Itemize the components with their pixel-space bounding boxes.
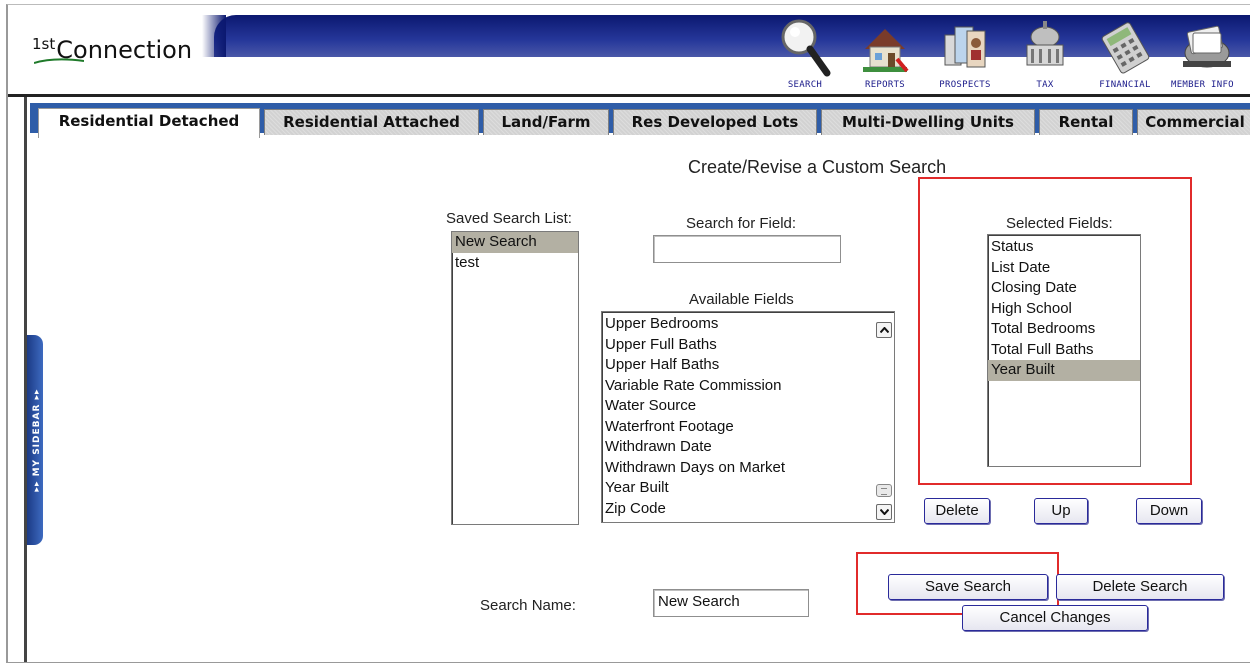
save-search-button[interactable]: Save Search <box>888 574 1048 600</box>
nav-label: FINANCIAL <box>1099 80 1151 90</box>
available-field-option[interactable]: Upper Half Baths <box>602 355 894 376</box>
move-down-button[interactable]: Down <box>1136 498 1202 524</box>
header-divider <box>8 94 1250 97</box>
available-field-option[interactable]: Upper Bedrooms <box>602 314 894 335</box>
available-field-option[interactable]: Withdrawn Date <box>602 437 894 458</box>
tab-res-developed-lots[interactable]: Res Developed Lots <box>613 109 817 135</box>
tab-residential-attached[interactable]: Residential Attached <box>264 109 479 135</box>
available-field-option[interactable]: Year Built <box>602 478 894 499</box>
nav-financial[interactable]: FINANCIAL <box>1085 7 1165 95</box>
tab-land-farm[interactable]: Land/Farm <box>483 109 609 135</box>
delete-search-button[interactable]: Delete Search <box>1056 574 1224 600</box>
nav-label: PROSPECTS <box>939 80 991 90</box>
nav-prospects[interactable]: PROSPECTS <box>925 7 1005 95</box>
saved-search-listbox[interactable]: New Search test <box>451 231 579 525</box>
available-field-option[interactable]: Waterfront Footage <box>602 417 894 438</box>
available-fields-scrollbar[interactable] <box>876 314 892 520</box>
search-for-field-label: Search for Field: <box>686 215 797 232</box>
available-field-option[interactable]: Water Source <box>602 396 894 417</box>
tab-residential-detached[interactable]: Residential Detached <box>38 108 260 138</box>
highlight-selected-fields <box>918 177 1192 485</box>
available-field-option[interactable]: Withdrawn Days on Market <box>602 458 894 479</box>
available-fields-listbox[interactable]: Upper Bedrooms Upper Full Baths Upper Ha… <box>601 311 895 523</box>
available-fields-label: Available Fields <box>689 291 794 308</box>
prospects-icon <box>944 26 986 68</box>
search-name-input[interactable]: New Search <box>653 589 809 617</box>
search-name-label: Search Name: <box>480 597 576 614</box>
available-field-option[interactable]: Zip Code <box>602 499 894 520</box>
page-title: Create/Revise a Custom Search <box>688 157 947 177</box>
delete-field-button[interactable]: Delete <box>924 498 990 524</box>
tab-commercial[interactable]: Commercial <box>1137 109 1250 135</box>
available-field-option[interactable]: Variable Rate Commission <box>602 376 894 397</box>
house-report-icon <box>863 29 909 73</box>
scroll-thumb[interactable] <box>876 484 892 497</box>
tab-multi-dwelling-units[interactable]: Multi-Dwelling Units <box>821 109 1035 135</box>
nav-member-info[interactable]: MEMBER INFO <box>1165 7 1250 95</box>
tab-rental[interactable]: Rental <box>1039 109 1133 135</box>
saved-search-option[interactable]: test <box>452 253 578 274</box>
scroll-up-button[interactable] <box>876 322 892 338</box>
saved-search-option[interactable]: New Search <box>452 232 578 253</box>
rolodex-icon <box>1183 25 1231 68</box>
header: 1stConnection SEARCH REPORTS PROSPECTS T… <box>8 5 1250 97</box>
nav-search[interactable]: SEARCH <box>765 7 845 95</box>
nav-label: SEARCH <box>787 80 823 90</box>
logo-swoosh-icon <box>34 58 84 64</box>
saved-search-list-label: Saved Search List: <box>446 210 572 227</box>
nav-reports[interactable]: REPORTS <box>845 7 925 95</box>
chevron-down-icon <box>879 509 889 515</box>
app-frame: 1stConnection SEARCH REPORTS PROSPECTS T… <box>6 4 1250 663</box>
cancel-changes-button[interactable]: Cancel Changes <box>962 605 1148 631</box>
sidebar-label: ▸▸ MY SIDEBAR ▸▸ <box>32 388 42 492</box>
magnifier-icon <box>781 19 831 77</box>
nav-label: TAX <box>1036 80 1054 90</box>
move-up-button[interactable]: Up <box>1034 498 1088 524</box>
chevron-up-icon <box>879 327 889 333</box>
nav-tax[interactable]: TAX <box>1005 7 1085 95</box>
nav-label: MEMBER INFO <box>1171 80 1234 90</box>
available-field-option[interactable]: Upper Full Baths <box>602 335 894 356</box>
scroll-down-button[interactable] <box>876 504 892 520</box>
calculator-icon <box>1101 22 1150 74</box>
logo-superscript: 1st <box>32 35 56 53</box>
nav-label: REPORTS <box>864 80 906 90</box>
search-for-field-input[interactable] <box>653 235 841 263</box>
capitol-icon <box>1026 21 1064 66</box>
my-sidebar-toggle[interactable]: ▸▸ MY SIDEBAR ▸▸ <box>27 335 43 545</box>
